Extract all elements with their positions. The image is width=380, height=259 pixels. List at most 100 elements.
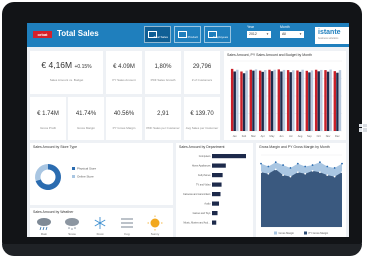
bar-sales-amount [286, 70, 290, 131]
bar-sales-amount [268, 69, 271, 131]
bar-sales-amount [277, 69, 280, 131]
nav-label: Product [187, 35, 198, 39]
bar-budget [236, 69, 239, 131]
kpi-delta: +0.15% [74, 64, 92, 70]
weather-icons: Rain Snow Frost Fog Sunny [37, 215, 163, 236]
weather-label: Frost [97, 232, 104, 236]
kpi-card-py-sales[interactable]: € 4.09M PY Sales Amount [106, 51, 142, 94]
pie-slice-online-store [35, 164, 48, 182]
weather-label: Rain [41, 232, 48, 236]
brand-logo: istante business solutions [315, 27, 349, 44]
bar-py-sales-amount [326, 71, 330, 131]
x-tick-label: Jun [279, 134, 284, 138]
bar-py-sales-amount [233, 71, 236, 131]
bar-sales-amount [230, 68, 234, 131]
nav-product-button[interactable]: Product [174, 26, 201, 43]
bar-sales-amount [240, 71, 243, 131]
store-type-donut-chart: Physical Store Online Store [35, 164, 97, 190]
bar-py-sales-amount [317, 71, 320, 131]
data-point [341, 171, 343, 174]
x-tick-label: Aug [298, 134, 303, 138]
data-point [260, 162, 262, 165]
bar-py-sales-amount [308, 72, 311, 131]
kpi-value: 40.56% [113, 111, 135, 117]
bar-sales-amount [258, 70, 262, 131]
data-point [296, 171, 299, 174]
data-point [319, 171, 321, 174]
legend-swatch [304, 231, 307, 235]
bar-department [212, 192, 221, 197]
data-point [260, 171, 262, 174]
bar-budget [254, 69, 258, 131]
gross-margin-panel[interactable]: Gross Margin and PY Gross Margin by Mont… [256, 143, 346, 237]
data-point [267, 172, 270, 175]
kpi-card-gross-margin[interactable]: 41.74% Gross Margin [68, 97, 104, 140]
device-bezel-bottom [2, 244, 362, 256]
bar-budget [264, 70, 267, 131]
kpi-card-sales-growth[interactable]: 1,80% PDF Sales Growth [145, 51, 181, 94]
nav-total-sales-button[interactable]: Total Sales [144, 26, 171, 43]
kpi-value: € 4,16M +0.15% [41, 60, 92, 70]
category-label: Computers [199, 155, 211, 158]
year-select[interactable]: 2012 ▼ [247, 31, 271, 38]
store-type-panel[interactable]: Sales Amount by Store Type Physical Stor… [30, 143, 173, 205]
area-py-gross-margin [261, 169, 342, 227]
nav-label: Employees [213, 35, 228, 39]
data-point [341, 162, 343, 165]
kpi-card-sales-per-customer-growth[interactable]: 2,91 PDF Sales per Customer [145, 97, 181, 140]
nav-employees-button[interactable]: Employees [204, 26, 231, 43]
bar-py-sales-amount [252, 70, 255, 131]
bar-py-sales-amount [289, 72, 292, 131]
kpi-card-customers[interactable]: 29,796 # of Customers [184, 51, 220, 94]
kpi-value: 41.74% [75, 111, 97, 117]
data-point [304, 172, 307, 175]
weather-label: Snow [68, 232, 76, 236]
kpi-card-avg-sales-per-customer[interactable]: € 139.70 Avg Sales per Customer [184, 97, 220, 140]
kpi-card-gross-profit[interactable]: € 1.74M Gross Profit [30, 97, 66, 140]
windows-logo-icon[interactable] [359, 124, 367, 132]
x-tick-label: Apr [261, 134, 265, 138]
dashboard-header: orbat Total Sales Total Sales Product Em… [27, 23, 349, 47]
bar-department [212, 163, 226, 168]
data-point [326, 174, 329, 177]
legend-label: Physical Store [77, 167, 97, 171]
monthly-sales-panel[interactable]: Sales Amount, PY Sales Amount and Budget… [224, 51, 346, 140]
bar-sales-amount [249, 69, 252, 131]
bar-budget [329, 69, 332, 131]
department-panel[interactable]: Sales Amount by Department Computers Home… [176, 143, 253, 237]
page-title: Total Sales [57, 29, 99, 38]
data-point [267, 165, 270, 168]
bar-py-sales-amount [261, 71, 264, 131]
rain-icon [37, 218, 51, 231]
weather-label: Sunny [151, 232, 160, 236]
bar-budget [273, 69, 276, 131]
weather-panel[interactable]: Sales Amount by Weather Rain Snow Frost … [30, 208, 173, 237]
kpi-value: 1,80% [154, 64, 172, 70]
kpi-card-py-gross-margin[interactable]: 40.56% PY Gross Margin [106, 97, 142, 140]
data-point [274, 168, 277, 171]
bar-sales-amount [305, 70, 308, 131]
legend-swatch [72, 175, 75, 178]
bar-budget [301, 69, 304, 131]
legend-label: PY Gross Margin [309, 231, 329, 235]
kpi-card-sales-vs-budget[interactable]: € 4,16M +0.15% Sales Amount vs. Budget [30, 51, 103, 94]
month-filter-label: Month [280, 25, 290, 29]
legend-swatch [274, 231, 277, 235]
bar-sales-amount [296, 70, 299, 131]
kpi-label: PDF Sales per Customer [146, 126, 180, 130]
category-label: Cameras and camcorders [183, 193, 211, 196]
brand-name: istante [318, 29, 341, 36]
month-select[interactable]: All ▼ [280, 31, 304, 38]
bar-sales-amount [314, 69, 318, 131]
gross-margin-area-chart: Gross Margin PY Gross Margin [260, 154, 343, 235]
department-bar-chart: Computers Home Appliances Cell phones TV an… [183, 154, 246, 225]
monthly-sales-chart: Jan Feb Mar Apr May Jun Jul Aug Sep Oct Nov Dec [230, 60, 342, 138]
data-point [274, 161, 277, 164]
data-point [311, 164, 314, 166]
bar-py-sales-amount [270, 71, 274, 131]
bar-budget [282, 69, 286, 131]
year-filter-label: Year [247, 25, 255, 29]
bar-budget [245, 70, 248, 131]
kpi-label: PY Gross Margin [112, 126, 136, 130]
data-point [289, 167, 292, 169]
